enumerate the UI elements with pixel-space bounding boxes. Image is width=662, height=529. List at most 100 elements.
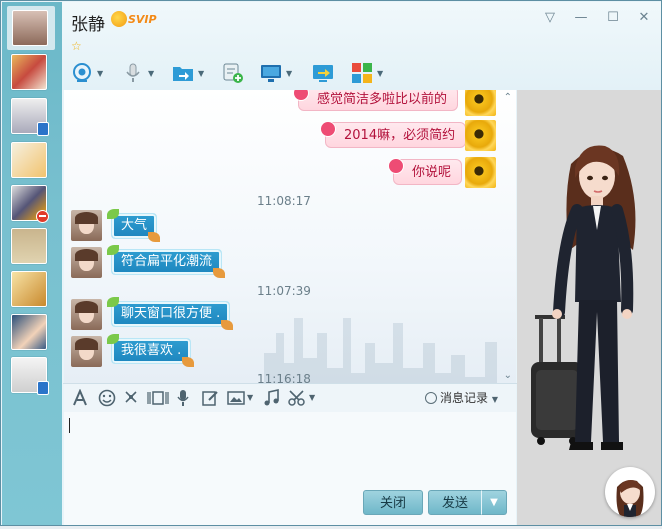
message-timestamp: 11:16:18 — [257, 372, 311, 383]
avatar-character-illustration — [531, 145, 636, 450]
folder-arrow-icon — [173, 67, 193, 81]
busy-status-icon — [36, 210, 49, 223]
message-timestamp: 11:08:17 — [257, 194, 311, 208]
chat-window: 张静 SVIP ☆ ▽ — ☐ ✕ ▼ ▼ ▼ ▼ ▼ ⌃ 感觉简洁多啦比以前的… — [0, 0, 662, 526]
contact-avatar[interactable] — [11, 271, 47, 307]
bubble-decoration-icon — [182, 357, 195, 367]
scroll-down-icon[interactable]: ⌄ — [504, 370, 512, 381]
mobile-online-icon — [37, 381, 49, 395]
message-bubble-received[interactable]: 大气 — [107, 209, 161, 242]
message-text: 你说呢 — [412, 165, 452, 180]
chevron-down-icon[interactable]: ▼ — [377, 69, 383, 78]
contact-sidebar — [2, 2, 62, 525]
image-icon[interactable] — [227, 389, 245, 407]
chevron-down-icon[interactable]: ▼ — [286, 69, 292, 78]
history-label: 消息记录 — [440, 391, 489, 405]
chevron-down-icon: ▼ — [490, 497, 498, 508]
send-file-button[interactable]: ▼ — [172, 60, 204, 86]
contact-name[interactable]: 张静 — [71, 10, 105, 35]
edit-note-icon[interactable] — [201, 389, 219, 407]
screenshot-icon[interactable] — [147, 389, 169, 407]
bubble-decoration-icon — [107, 245, 119, 255]
send-options-button[interactable]: ▼ — [481, 490, 507, 515]
presentation-icon — [313, 65, 333, 82]
emoji-icon[interactable] — [98, 389, 116, 407]
message-text: 聊天窗口很方便 . — [121, 306, 221, 321]
message-list[interactable]: ⌃ 感觉简洁多啦比以前的 2014嘛，必须简约 你说呢 11:08:17 大气 … — [64, 90, 516, 383]
bubble-decoration-icon — [320, 121, 336, 137]
city-skyline-background — [264, 318, 497, 383]
chevron-down-icon[interactable]: ▼ — [247, 389, 253, 407]
menu-dropdown-button[interactable]: ▽ — [542, 10, 558, 26]
my-avatar[interactable] — [465, 90, 496, 116]
scissors-icon[interactable] — [288, 389, 306, 407]
vip-crown-icon[interactable] — [111, 11, 127, 27]
message-bubble-sent[interactable]: 2014嘛，必须简约 — [320, 121, 467, 148]
message-bubble-received[interactable]: 符合扁平化潮流 — [107, 245, 226, 278]
monitor-icon — [261, 65, 281, 82]
message-text: 感觉简洁多啦比以前的 — [317, 92, 448, 107]
contact-avatar[interactable] — [11, 314, 47, 350]
apps-grid-icon — [352, 63, 372, 83]
screen-share-button[interactable]: ▼ — [260, 60, 292, 86]
contact-avatar[interactable] — [71, 299, 102, 330]
nudge-icon[interactable] — [123, 389, 139, 407]
document-add-icon — [223, 63, 243, 83]
voice-call-button[interactable]: ▼ — [122, 60, 154, 86]
contact-avatar[interactable] — [11, 228, 47, 264]
bubble-decoration-icon — [221, 320, 234, 330]
message-bubble-received[interactable]: 我很喜欢 . — [107, 334, 195, 367]
message-bubble-sent[interactable]: 感觉简洁多啦比以前的 — [293, 90, 459, 111]
music-icon[interactable] — [263, 389, 280, 407]
message-bubble-received[interactable]: 聊天窗口很方便 . — [107, 297, 234, 330]
svip-badge[interactable]: SVIP — [128, 13, 157, 26]
chevron-down-icon[interactable]: ▼ — [97, 69, 103, 78]
remote-assist-button[interactable] — [222, 60, 244, 86]
microphone-icon — [126, 63, 140, 82]
contact-avatar[interactable] — [11, 142, 47, 178]
bubble-decoration-icon — [293, 90, 309, 101]
clock-icon — [425, 392, 437, 404]
apps-button[interactable]: ▼ — [351, 60, 383, 86]
contact-avatar[interactable] — [71, 247, 102, 278]
contact-portrait-icon — [616, 480, 644, 517]
input-toolbar: ▼ ▼ 消息记录 ▼ — [64, 384, 516, 412]
level-star-icon[interactable]: ☆ — [71, 39, 82, 53]
my-avatar[interactable] — [465, 120, 496, 151]
bubble-decoration-icon — [388, 158, 404, 174]
contact-avatar[interactable] — [11, 185, 49, 223]
message-text: 符合扁平化潮流 — [121, 254, 213, 269]
contact-avatar[interactable] — [11, 357, 49, 395]
message-history-button[interactable]: 消息记录 ▼ — [425, 389, 498, 409]
chat-header: 张静 SVIP ☆ ▽ — ☐ ✕ ▼ ▼ ▼ ▼ ▼ — [62, 2, 661, 90]
contact-avatar[interactable] — [71, 336, 102, 367]
chevron-down-icon[interactable]: ▼ — [198, 69, 204, 78]
bubble-decoration-icon — [107, 334, 119, 344]
chevron-down-icon[interactable]: ▼ — [309, 389, 315, 407]
contact-avatar[interactable] — [71, 210, 102, 241]
present-button[interactable] — [312, 60, 334, 86]
voice-message-icon[interactable] — [176, 389, 190, 407]
chevron-down-icon[interactable]: ▼ — [148, 69, 154, 78]
contact-avatar-active[interactable] — [7, 6, 55, 50]
contact-show-panel — [517, 90, 661, 525]
message-timestamp: 11:07:39 — [257, 284, 311, 298]
message-bubble-sent[interactable]: 你说呢 — [388, 158, 463, 185]
text-caret — [69, 418, 70, 433]
camera-icon — [73, 63, 91, 82]
video-call-button[interactable]: ▼ — [71, 60, 103, 86]
contact-show-avatar[interactable] — [605, 467, 655, 517]
message-text: 我很喜欢 . — [121, 343, 182, 358]
maximize-button[interactable]: ☐ — [605, 10, 621, 26]
font-icon[interactable] — [72, 389, 89, 407]
contact-avatar[interactable] — [11, 54, 47, 90]
message-text: 2014嘛，必须简约 — [344, 128, 456, 143]
close-window-button[interactable]: ✕ — [636, 10, 652, 26]
scroll-up-icon[interactable]: ⌃ — [504, 92, 512, 103]
contact-avatar[interactable] — [11, 98, 49, 136]
close-button[interactable]: 关闭 — [363, 490, 423, 515]
chevron-down-icon: ▼ — [491, 395, 498, 404]
minimize-button[interactable]: — — [573, 10, 589, 26]
send-button[interactable]: 发送 — [428, 490, 482, 515]
my-avatar[interactable] — [465, 157, 496, 188]
